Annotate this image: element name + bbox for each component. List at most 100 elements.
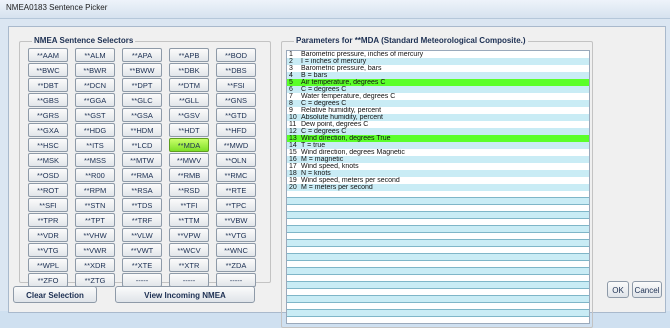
sentence-button[interactable]: **GLC <box>122 93 162 107</box>
sentence-button[interactable]: **WCV <box>169 243 209 257</box>
sentence-button[interactable]: ----- <box>122 273 162 287</box>
sentence-button[interactable]: **RMC <box>216 168 256 182</box>
parameter-row[interactable]: 10 Absolute humidity, percent <box>287 114 589 121</box>
sentence-button[interactable]: **VPW <box>169 228 209 242</box>
sentence-button[interactable]: **OSD <box>28 168 68 182</box>
sentence-button[interactable]: **TPC <box>216 198 256 212</box>
sentence-button[interactable]: **GXA <box>28 123 68 137</box>
sentence-button[interactable]: **R00 <box>75 168 115 182</box>
sentence-button[interactable]: **VTG <box>216 228 256 242</box>
sentence-button[interactable]: **DBS <box>216 63 256 77</box>
sentence-button[interactable]: ----- <box>216 273 256 287</box>
parameter-row[interactable]: 18 N = knots <box>287 170 589 177</box>
parameter-row[interactable]: 20 M = meters per second <box>287 184 589 191</box>
parameter-row[interactable]: 19 Wind speed, meters per second <box>287 177 589 184</box>
sentence-button[interactable]: **GST <box>75 108 115 122</box>
sentence-button[interactable]: **AAM <box>28 48 68 62</box>
sentence-button[interactable]: **GLL <box>169 93 209 107</box>
ok-button[interactable]: OK <box>607 281 629 298</box>
parameter-row[interactable]: 7 Water temperature, degrees C <box>287 93 589 100</box>
sentence-button[interactable]: **VHW <box>75 228 115 242</box>
sentence-button[interactable]: **RSD <box>169 183 209 197</box>
parameter-row[interactable]: 13 Wind direction, degrees True <box>287 135 589 142</box>
sentence-button[interactable]: **BOD <box>216 48 256 62</box>
sentence-button[interactable]: **TFI <box>169 198 209 212</box>
sentence-button[interactable]: **MSK <box>28 153 68 167</box>
sentence-button[interactable]: **VLW <box>122 228 162 242</box>
sentence-button[interactable]: **TRF <box>122 213 162 227</box>
sentence-button[interactable]: **MWV <box>169 153 209 167</box>
parameter-row[interactable]: 15 Wind direction, degrees Magnetic <box>287 149 589 156</box>
sentence-button[interactable]: ----- <box>169 273 209 287</box>
sentence-button[interactable]: **BWC <box>28 63 68 77</box>
parameter-row[interactable]: 11 Dew point, degrees C <box>287 121 589 128</box>
parameter-row[interactable]: 4 B = bars <box>287 72 589 79</box>
sentence-button[interactable]: **GSA <box>122 108 162 122</box>
sentence-button[interactable]: **VDR <box>28 228 68 242</box>
sentence-button[interactable]: **DBK <box>169 63 209 77</box>
sentence-button[interactable]: **ROT <box>28 183 68 197</box>
sentence-button[interactable]: **TPT <box>75 213 115 227</box>
sentence-button[interactable]: **GRS <box>28 108 68 122</box>
sentence-button[interactable]: **RMA <box>122 168 162 182</box>
title-bar[interactable]: NMEA0183 Sentence Picker <box>0 0 670 19</box>
sentence-button[interactable]: **HSC <box>28 138 68 152</box>
sentence-button[interactable]: **GGA <box>75 93 115 107</box>
sentence-button[interactable]: **STN <box>75 198 115 212</box>
sentence-button[interactable]: **APB <box>169 48 209 62</box>
sentence-button[interactable]: **RSA <box>122 183 162 197</box>
sentence-button[interactable]: **RTE <box>216 183 256 197</box>
sentence-button[interactable]: **TPR <box>28 213 68 227</box>
sentence-button[interactable]: **VTG <box>28 243 68 257</box>
sentence-button[interactable]: **ZDA <box>216 258 256 272</box>
sentence-button[interactable]: **XTE <box>122 258 162 272</box>
cancel-button[interactable]: Cancel <box>632 281 662 298</box>
sentence-button[interactable]: **RMB <box>169 168 209 182</box>
sentence-button[interactable]: **WNC <box>216 243 256 257</box>
parameter-row[interactable]: 1 Barometric pressure, inches of mercury <box>287 51 589 58</box>
sentence-button[interactable]: **XTR <box>169 258 209 272</box>
sentence-button[interactable]: **HDM <box>122 123 162 137</box>
sentence-button[interactable]: **XDR <box>75 258 115 272</box>
sentence-button[interactable]: **MSS <box>75 153 115 167</box>
sentence-button[interactable]: **VWT <box>122 243 162 257</box>
sentence-button[interactable]: **DPT <box>122 78 162 92</box>
sentence-button[interactable]: **HDT <box>169 123 209 137</box>
parameter-row[interactable]: 8 C = degrees C <box>287 100 589 107</box>
sentence-button[interactable]: **OLN <box>216 153 256 167</box>
view-incoming-nmea-button[interactable]: View Incoming NMEA <box>115 286 255 303</box>
parameter-row[interactable]: 5 Air temperature, degrees C <box>287 79 589 86</box>
sentence-button[interactable]: **HFD <box>216 123 256 137</box>
sentence-button[interactable]: **LCD <box>122 138 162 152</box>
parameter-row[interactable]: 12 C = degrees C <box>287 128 589 135</box>
sentence-button[interactable]: **GTD <box>216 108 256 122</box>
sentence-button[interactable]: **RPM <box>75 183 115 197</box>
sentence-button[interactable]: **WPL <box>28 258 68 272</box>
sentence-button[interactable]: **GNS <box>216 93 256 107</box>
clear-selection-button[interactable]: Clear Selection <box>13 286 97 303</box>
sentence-button[interactable]: **FSI <box>216 78 256 92</box>
parameter-row[interactable]: 16 M = magnetic <box>287 156 589 163</box>
sentence-button[interactable]: **MTW <box>122 153 162 167</box>
sentence-button[interactable]: **ZTG <box>75 273 115 287</box>
sentence-button[interactable]: **ALM <box>75 48 115 62</box>
parameter-row[interactable]: 14 T = true <box>287 142 589 149</box>
parameter-row[interactable]: 3 Barometric pressure, bars <box>287 65 589 72</box>
sentence-button[interactable]: **BWW <box>122 63 162 77</box>
parameter-row[interactable]: 9 Relative humidity, percent <box>287 107 589 114</box>
sentence-button[interactable]: **ZFO <box>28 273 68 287</box>
parameter-row[interactable]: 6 C = degrees C <box>287 86 589 93</box>
sentence-button[interactable]: **DCN <box>75 78 115 92</box>
sentence-button[interactable]: **ITS <box>75 138 115 152</box>
parameter-row[interactable]: 17 Wind speed, knots <box>287 163 589 170</box>
parameters-list[interactable]: 1 Barometric pressure, inches of mercury 2… <box>286 50 590 324</box>
parameter-row[interactable]: 2 I = inches of mercury <box>287 58 589 65</box>
sentence-button[interactable]: **DBT <box>28 78 68 92</box>
sentence-button[interactable]: **TDS <box>122 198 162 212</box>
sentence-button[interactable]: **BWR <box>75 63 115 77</box>
sentence-button[interactable]: **APA <box>122 48 162 62</box>
sentence-button[interactable]: **MWD <box>216 138 256 152</box>
sentence-button[interactable]: **SFI <box>28 198 68 212</box>
sentence-button[interactable]: **VWR <box>75 243 115 257</box>
sentence-button[interactable]: **DTM <box>169 78 209 92</box>
